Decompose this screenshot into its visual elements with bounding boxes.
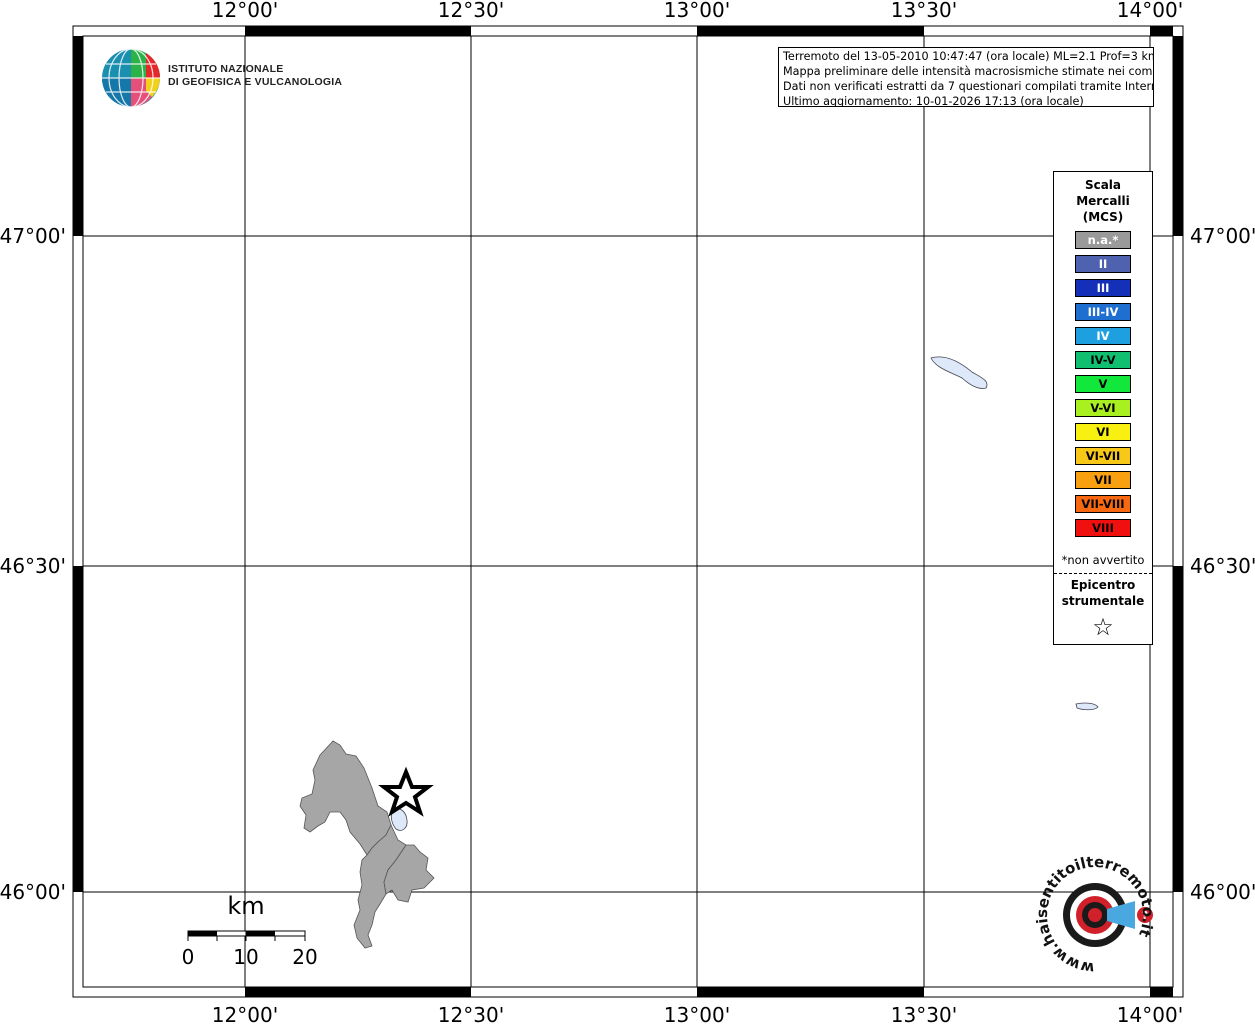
top-lon-label: 12°30' <box>438 0 504 22</box>
bottom-lon-label: 12°00' <box>212 1003 278 1024</box>
event-info-box: Terremoto del 13-05-2010 10:47:47 (ora l… <box>778 47 1154 107</box>
bottom-lon-label: 13°30' <box>891 1003 957 1024</box>
top-lon-label: 14°00' <box>1117 0 1183 22</box>
legend-swatch: II <box>1075 255 1131 273</box>
legend-swatch: III <box>1075 279 1131 297</box>
legend-title-line: (MCS) <box>1082 210 1124 224</box>
event-info-line: Ultimo aggiornamento: 10-01-2026 17:13 (… <box>783 95 1084 107</box>
legend-separator <box>1054 573 1152 574</box>
legend-title-line: Mercalli <box>1076 194 1130 208</box>
ingv-line-2: DI GEOFISICA E VULCANOLOGIA <box>168 76 343 88</box>
ingv-line-1: ISTITUTO NAZIONALE <box>168 63 284 75</box>
legend-swatch: IV <box>1075 327 1131 345</box>
scale-tick-label: 20 <box>292 945 317 969</box>
legend-swatch: VII-VIII <box>1075 495 1131 513</box>
ingv-logo: ISTITUTO NAZIONALE DI GEOFISICA E VULCAN… <box>100 47 342 109</box>
legend-swatch: V <box>1075 375 1131 393</box>
legend-swatch: V-VI <box>1075 399 1131 417</box>
mcs-legend: Scala Mercalli (MCS) n.a.* II III III-IV IV I… <box>1053 171 1153 645</box>
top-lon-label: 13°30' <box>891 0 957 22</box>
event-info-line: Terremoto del 13-05-2010 10:47:47 (ora l… <box>783 50 1154 63</box>
legend-title: Scala Mercalli (MCS) <box>1054 177 1152 225</box>
legend-title-line: Scala <box>1084 178 1122 192</box>
legend-swatch: VI <box>1075 423 1131 441</box>
legend-epicenter-line: strumentale <box>1061 594 1145 608</box>
legend-star-icon: ☆ <box>1092 613 1114 641</box>
legend-swatch: n.a.* <box>1075 231 1131 249</box>
legend-swatch: VIII <box>1075 519 1131 537</box>
legend-epicenter-line: Epicentro <box>1070 578 1136 592</box>
left-lat-label: 46°30' <box>0 554 66 578</box>
legend-swatch: III-IV <box>1075 303 1131 321</box>
map-area <box>82 35 1174 988</box>
legend-swatch: IV-V <box>1075 351 1131 369</box>
legend-swatches: n.a.* II III III-IV IV IV-V V V-VI VI VI-VII VII VI… <box>1054 231 1152 537</box>
right-lat-label: 46°30' <box>1190 554 1255 578</box>
legend-note: *non avvertito <box>1061 553 1145 567</box>
legend-swatch: VI-VII <box>1075 447 1131 465</box>
globe-icon <box>102 48 161 108</box>
bottom-lon-label: 13°00' <box>664 1003 730 1024</box>
ingv-wordmark: ISTITUTO NAZIONALE DI GEOFISICA E VULCAN… <box>168 63 342 89</box>
legend-swatch: VII <box>1075 471 1131 489</box>
right-lat-label: 47°00' <box>1190 224 1255 248</box>
bottom-lon-label: 14°00' <box>1117 1003 1183 1024</box>
legend-epicenter-label: Epicentro strumentale <box>1054 577 1152 609</box>
left-lat-label: 46°00' <box>0 880 66 904</box>
scale-tick-label: 10 <box>233 945 258 969</box>
bottom-lon-label: 12°30' <box>438 1003 504 1024</box>
scale-tick-label: 0 <box>182 945 195 969</box>
haisentito-logo: ? www.haisentitoilterremoto.it <box>1035 855 1155 975</box>
event-info-line: Dati non verificati estratti da 7 questi… <box>783 80 1154 93</box>
right-lat-label: 46°00' <box>1190 880 1255 904</box>
scale-unit: km <box>227 892 264 920</box>
left-lat-label: 47°00' <box>0 224 66 248</box>
top-lon-label: 12°00' <box>212 0 278 22</box>
event-info-line: Mappa preliminare delle intensità macros… <box>783 65 1154 78</box>
top-lon-label: 13°00' <box>664 0 730 22</box>
